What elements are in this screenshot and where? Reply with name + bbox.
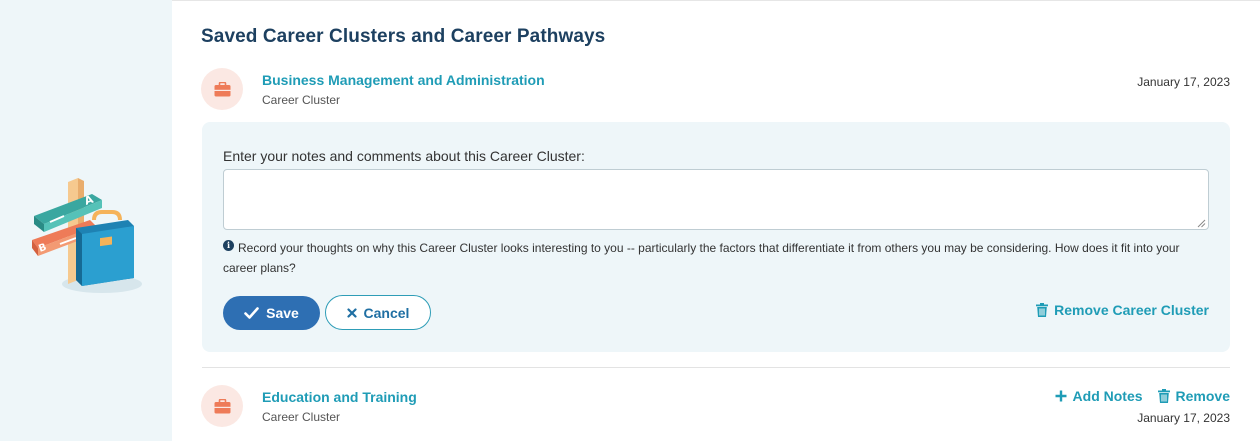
checkmark-icon xyxy=(244,307,259,319)
add-notes-button[interactable]: Add Notes xyxy=(1055,388,1143,404)
notes-label: Enter your notes and comments about this… xyxy=(223,148,585,164)
divider xyxy=(202,367,1230,368)
briefcase-icon xyxy=(214,398,230,413)
notes-panel: Enter your notes and comments about this… xyxy=(202,122,1230,352)
item-actions: Add Notes Remove xyxy=(1055,388,1230,404)
resize-grip-icon[interactable] xyxy=(1197,219,1206,228)
saved-date: January 17, 2023 xyxy=(1137,411,1230,425)
cluster-type-label: Career Cluster xyxy=(262,410,341,424)
plus-icon xyxy=(1055,390,1067,402)
cluster-title-link[interactable]: Business Management and Administration xyxy=(262,72,545,88)
notes-textarea[interactable] xyxy=(223,169,1209,230)
cancel-label: Cancel xyxy=(363,304,410,321)
section-title: Saved Career Clusters and Career Pathway… xyxy=(201,26,606,47)
cancel-button[interactable]: Cancel xyxy=(325,295,431,330)
add-notes-label: Add Notes xyxy=(1072,388,1143,404)
career-signpost-illustration: A B xyxy=(32,178,142,293)
remove-career-cluster-button[interactable]: Remove Career Cluster xyxy=(1036,302,1209,318)
cluster-icon-circle xyxy=(201,68,243,110)
save-label: Save xyxy=(266,305,299,321)
trash-icon xyxy=(1036,303,1049,317)
page: A B Saved Career Clusters and Career Pat… xyxy=(0,0,1260,441)
saved-date: January 17, 2023 xyxy=(1137,75,1230,89)
main-content: Saved Career Clusters and Career Pathway… xyxy=(172,0,1260,441)
remove-button[interactable]: Remove xyxy=(1157,388,1230,404)
notes-hint: Record your thoughts on why this Career … xyxy=(223,241,1180,275)
briefcase-icon xyxy=(214,81,230,96)
cluster-icon-circle xyxy=(201,385,243,427)
save-button[interactable]: Save xyxy=(223,296,320,330)
remove-career-cluster-label: Remove Career Cluster xyxy=(1054,302,1209,318)
remove-label: Remove xyxy=(1175,388,1230,404)
cluster-title-link[interactable]: Education and Training xyxy=(262,389,417,405)
close-icon xyxy=(346,307,357,318)
left-rail: A B xyxy=(0,0,172,441)
cluster-type-label: Career Cluster xyxy=(262,93,341,107)
trash-icon xyxy=(1157,389,1170,403)
